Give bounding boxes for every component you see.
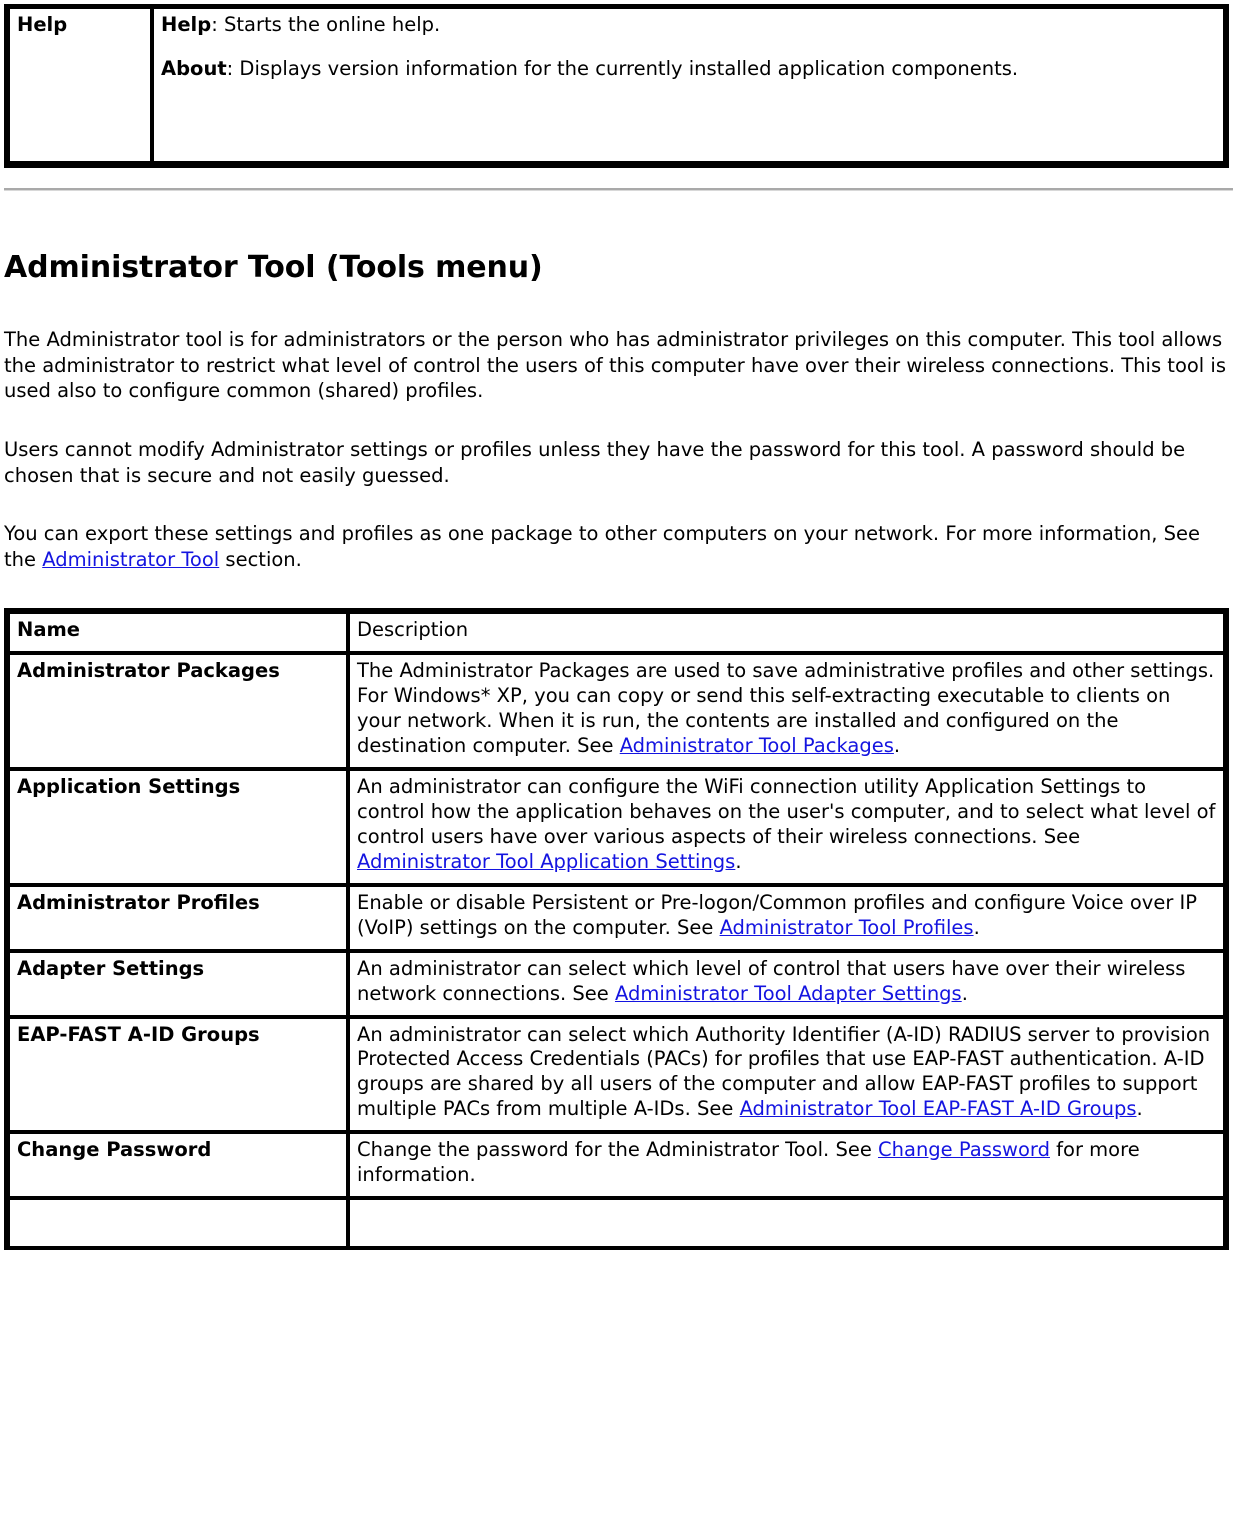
table-row: Administrator Packages The Administrator…: [8, 653, 1225, 769]
menu-items-table-continuation: Help Help: Starts the online help. About…: [4, 4, 1229, 168]
export-note-paragraph: You can export these settings and profil…: [4, 521, 1233, 572]
table-row: Application Settings An administrator ca…: [8, 768, 1225, 885]
administrator-tool-eap-fast-a-id-groups-link[interactable]: Administrator Tool EAP-FAST A-ID Groups: [740, 1097, 1137, 1120]
column-header-description: Description: [348, 612, 1225, 654]
administrator-tool-link[interactable]: Administrator Tool: [42, 548, 219, 571]
help-document-page: Help Help: Starts the online help. About…: [0, 0, 1237, 1251]
administrator-tool-packages-link[interactable]: Administrator Tool Packages: [620, 734, 894, 757]
description-text-after: .: [1136, 1097, 1143, 1121]
description-text-after: .: [893, 733, 901, 757]
description-text-after: .: [735, 849, 742, 873]
truncated-row-description-cell: [348, 1198, 1225, 1247]
row-description-administrator-profiles: Enable or disable Persistent or Pre-logo…: [348, 884, 1225, 951]
about-description-text: : Displays version information for the c…: [226, 56, 1019, 80]
section-divider: [4, 188, 1233, 191]
help-row-name-cell: Help: [8, 7, 152, 163]
truncated-row-name-cell: [8, 1198, 348, 1247]
help-label: Help: [161, 13, 212, 36]
row-description-change-password: Change the password for the Administrato…: [348, 1132, 1225, 1199]
top-table-container: Help Help: Starts the online help. About…: [0, 0, 1237, 168]
password-note-paragraph: Users cannot modify Administrator settin…: [4, 437, 1186, 487]
row-description-adapter-settings: An administrator can select which level …: [348, 950, 1225, 1017]
help-description-line-2: About: Displays version information for …: [161, 57, 1216, 82]
intro-paragraph: The Administrator tool is for administra…: [4, 328, 1226, 403]
description-text-after: .: [973, 915, 980, 939]
administrator-tool-profiles-link[interactable]: Administrator Tool Profiles: [720, 916, 974, 939]
table-row: Change Password Change the password for …: [8, 1132, 1225, 1199]
page-title: Administrator Tool (Tools menu): [4, 250, 543, 285]
help-row-name-text: Help: [17, 13, 68, 36]
help-row-description-cell: Help: Starts the online help. About: Dis…: [152, 7, 1225, 163]
administrator-tool-features-table: Name Description Administrator Packages …: [4, 608, 1229, 1251]
row-name-administrator-packages: Administrator Packages: [8, 653, 348, 769]
help-description-text: : Starts the online help.: [211, 13, 441, 36]
table-row: Adapter Settings An administrator can se…: [8, 950, 1225, 1017]
row-name-administrator-profiles: Administrator Profiles: [8, 884, 348, 951]
table-row: Administrator Profiles Enable or disable…: [8, 884, 1225, 951]
about-label: About: [161, 56, 227, 80]
table-header-row: Name Description: [8, 612, 1225, 654]
table-row: Help Help: Starts the online help. About…: [8, 7, 1225, 163]
column-header-name: Name: [8, 612, 348, 654]
row-name-adapter-settings: Adapter Settings: [8, 950, 348, 1017]
description-text-before: Change the password for the Administrato…: [357, 1138, 879, 1162]
administrator-tool-application-settings-link[interactable]: Administrator Tool Application Settings: [357, 850, 735, 873]
table-row-truncated: [8, 1198, 1225, 1247]
row-description-administrator-packages: The Administrator Packages are used to s…: [348, 653, 1225, 769]
row-name-eap-fast-a-id-groups: EAP-FAST A-ID Groups: [8, 1016, 348, 1133]
row-name-change-password: Change Password: [8, 1132, 348, 1199]
administrator-tool-adapter-settings-link[interactable]: Administrator Tool Adapter Settings: [615, 982, 962, 1005]
row-description-eap-fast-a-id-groups: An administrator can select which Author…: [348, 1016, 1225, 1133]
description-text-after: .: [961, 981, 968, 1005]
description-text-before: An administrator can configure the WiFi …: [357, 774, 1216, 848]
row-name-application-settings: Application Settings: [8, 768, 348, 885]
change-password-link[interactable]: Change Password: [878, 1138, 1050, 1161]
export-note-text-after: section.: [219, 547, 302, 571]
table-top-spacer: [0, 572, 1237, 608]
row-description-application-settings: An administrator can configure the WiFi …: [348, 768, 1225, 885]
help-description-line-1: Help: Starts the online help.: [161, 13, 1216, 38]
table-row: EAP-FAST A-ID Groups An administrator ca…: [8, 1016, 1225, 1133]
